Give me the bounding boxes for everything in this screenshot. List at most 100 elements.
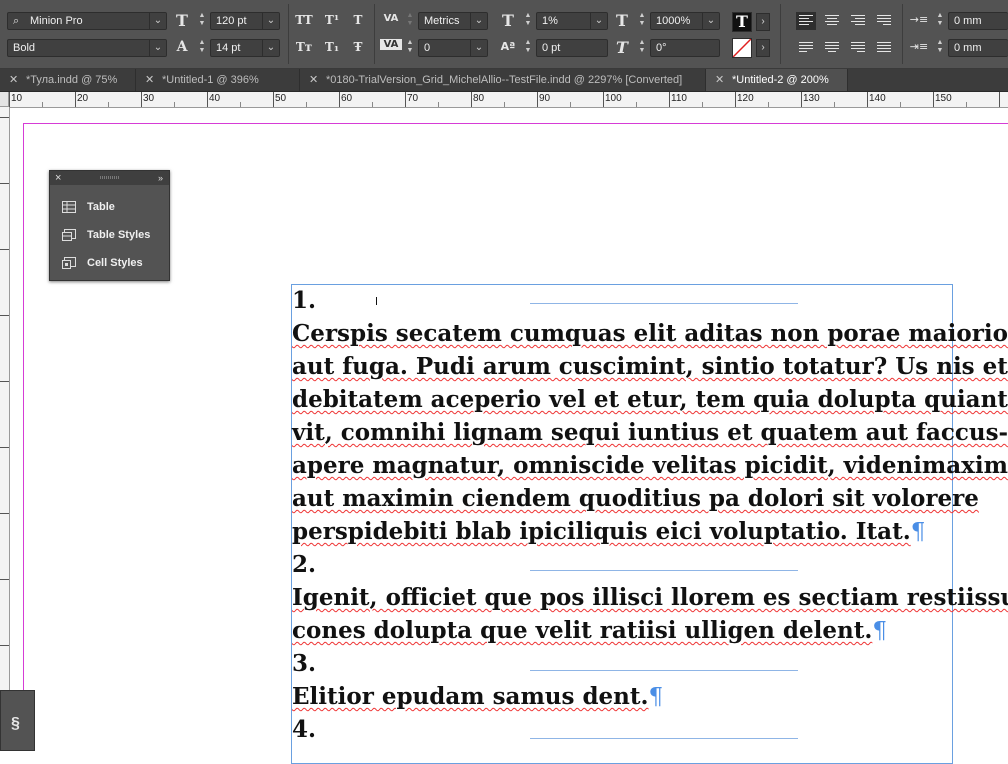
panel-item-cell-styles[interactable]: Cell Styles <box>50 251 169 275</box>
table-row-divider <box>530 303 798 304</box>
skew-field[interactable]: 0° <box>650 39 720 57</box>
baseline-shift-field[interactable]: 0 pt <box>536 39 608 57</box>
left-indent-field[interactable]: 0 mm <box>948 12 1008 30</box>
baseline-shift-stepper[interactable]: ▲ ▼ <box>522 39 534 57</box>
align-center-icon[interactable] <box>822 12 842 30</box>
close-icon[interactable]: ✕ <box>309 69 318 91</box>
horizontal-scale-field[interactable]: 1000% ⌄ <box>650 12 720 30</box>
first-line-indent-stepper[interactable]: ▲ ▼ <box>934 39 946 57</box>
tab-untitled-1[interactable]: ✕ *Untitled-1 @ 396% <box>136 69 300 91</box>
separator <box>780 4 781 64</box>
list-number: 4. <box>292 716 317 743</box>
text-line: vit, comnihi lignam sequi iuntius et qua… <box>292 419 1008 446</box>
tracking-field[interactable]: 0 ⌄ <box>418 39 488 57</box>
close-icon[interactable]: × <box>55 171 61 185</box>
first-line-indent-field[interactable]: 0 mm <box>948 39 1008 57</box>
font-size-field[interactable]: 120 pt ⌄ <box>210 12 280 30</box>
text-line: perspidebiti blab ipiciliquis eici volup… <box>292 518 911 545</box>
align-left-icon[interactable] <box>796 12 816 30</box>
tab-tula[interactable]: ✕ *Тула.indd @ 75% <box>0 69 136 91</box>
chevron-down-icon[interactable]: ⌄ <box>702 13 719 29</box>
panel-header[interactable]: × » <box>50 171 169 185</box>
horizontal-ruler[interactable]: 10 20 30 40 50 60 70 80 90 100 110 120 1… <box>9 92 1008 108</box>
all-caps-icon[interactable]: TT <box>294 13 314 27</box>
ruler-label: 150 <box>935 93 952 104</box>
ruler-origin[interactable] <box>0 92 9 107</box>
kerning-icon: VA <box>383 13 399 24</box>
script-tool-panel[interactable]: § <box>0 690 35 751</box>
chevron-down-icon[interactable]: ⌄ <box>262 13 279 29</box>
panel-item-table-styles[interactable]: Table Styles <box>50 223 169 247</box>
pilcrow-icon: ¶ <box>910 519 926 545</box>
chevron-down-icon[interactable]: ⌄ <box>470 13 487 29</box>
skew-value: 0° <box>656 42 667 54</box>
close-icon[interactable]: ✕ <box>9 69 18 91</box>
skew-icon: T <box>616 38 628 57</box>
tab-untitled-2[interactable]: ✕ *Untitled-2 @ 200% <box>706 69 848 91</box>
horizontal-scale-icon: T <box>616 11 628 30</box>
superscript-icon[interactable]: T¹ <box>322 13 342 27</box>
tracking-stepper[interactable]: ▲ ▼ <box>404 39 416 57</box>
font-size-stepper[interactable]: ▲ ▼ <box>196 12 208 30</box>
align-towards-spine-icon[interactable] <box>874 12 894 30</box>
tab-trial-version[interactable]: ✕ *0180-TrialVersion_Grid_MichelAllio--T… <box>300 69 706 91</box>
control-bar: ⌕ Minion Pro ⌄ Bold ⌄ T ▲ ▼ 120 pt ⌄ A ▲ ▼… <box>0 0 1008 69</box>
ruler-label: 10 <box>11 93 23 104</box>
small-caps-icon[interactable]: Tт <box>294 40 314 54</box>
panel-item-table[interactable]: Table <box>50 195 169 219</box>
chevron-down-icon[interactable]: ⌄ <box>262 40 279 56</box>
font-family-field[interactable]: ⌕ Minion Pro ⌄ <box>7 12 167 30</box>
close-icon[interactable]: ✕ <box>715 69 724 91</box>
justify-right-icon[interactable] <box>848 39 868 57</box>
kerning-stepper[interactable]: ▲ ▼ <box>404 12 416 30</box>
cell-styles-icon <box>62 257 76 269</box>
ruler-label: 40 <box>209 93 221 104</box>
chevron-right-icon[interactable]: › <box>756 39 770 57</box>
justify-left-icon[interactable] <box>796 39 816 57</box>
separator <box>288 4 289 64</box>
no-stroke-icon <box>733 39 751 57</box>
vertical-ruler[interactable] <box>0 107 10 751</box>
strikethrough-icon[interactable]: Ŧ <box>348 40 368 54</box>
horizontal-scale-stepper[interactable]: ▲ ▼ <box>636 12 648 30</box>
vertical-scale-stepper[interactable]: ▲ ▼ <box>522 12 534 30</box>
text-line: cones dolupta que velit ratiisi ulligen … <box>292 617 873 644</box>
text-line: Cerspis secatem cumquas elit aditas non … <box>292 320 1008 347</box>
table-row-divider <box>530 670 798 671</box>
font-size-icon: T <box>176 11 188 30</box>
chevron-right-icon[interactable]: › <box>756 13 770 31</box>
justify-all-icon[interactable] <box>874 39 894 57</box>
drag-handle[interactable] <box>100 176 120 179</box>
stroke-swatch[interactable] <box>732 38 752 58</box>
align-right-icon[interactable] <box>848 12 868 30</box>
chevron-down-icon[interactable]: ⌄ <box>470 40 487 56</box>
margin-guide <box>23 123 24 751</box>
underline-icon[interactable]: T <box>348 13 368 27</box>
collapse-icon[interactable]: » <box>158 171 163 185</box>
ruler-label: 130 <box>803 93 820 104</box>
text-line: debitatem aceperio vel et etur, tem quia… <box>292 386 1008 413</box>
vertical-scale-field[interactable]: 1% ⌄ <box>536 12 608 30</box>
chevron-down-icon[interactable]: ⌄ <box>590 13 607 29</box>
skew-stepper[interactable]: ▲ ▼ <box>636 39 648 57</box>
close-icon[interactable]: ✕ <box>145 69 154 91</box>
leading-field[interactable]: 14 pt ⌄ <box>210 39 280 57</box>
baseline-shift-value: 0 pt <box>542 42 561 54</box>
left-indent-stepper[interactable]: ▲ ▼ <box>934 12 946 30</box>
subscript-icon[interactable]: T₁ <box>322 40 342 54</box>
pilcrow-icon: ¶ <box>648 684 664 710</box>
text-line: Igenit, officiet que pos illisci llorem … <box>292 584 1008 611</box>
tab-label: *Untitled-1 @ 396% <box>162 74 259 86</box>
script-icon: § <box>11 715 20 732</box>
justify-center-icon[interactable] <box>822 39 842 57</box>
font-style-field[interactable]: Bold ⌄ <box>7 39 167 57</box>
chevron-down-icon[interactable]: ⌄ <box>149 40 166 56</box>
leading-stepper[interactable]: ▲ ▼ <box>196 39 208 57</box>
fill-swatch[interactable]: T <box>732 12 752 32</box>
chevron-down-icon[interactable]: ⌄ <box>149 13 166 29</box>
tab-label: *Тула.indd @ 75% <box>26 74 118 86</box>
first-line-indent-value: 0 mm <box>954 42 982 54</box>
kerning-field[interactable]: Metrics ⌄ <box>418 12 488 30</box>
table-row-divider <box>530 738 798 739</box>
ruler-ticks <box>0 117 9 712</box>
